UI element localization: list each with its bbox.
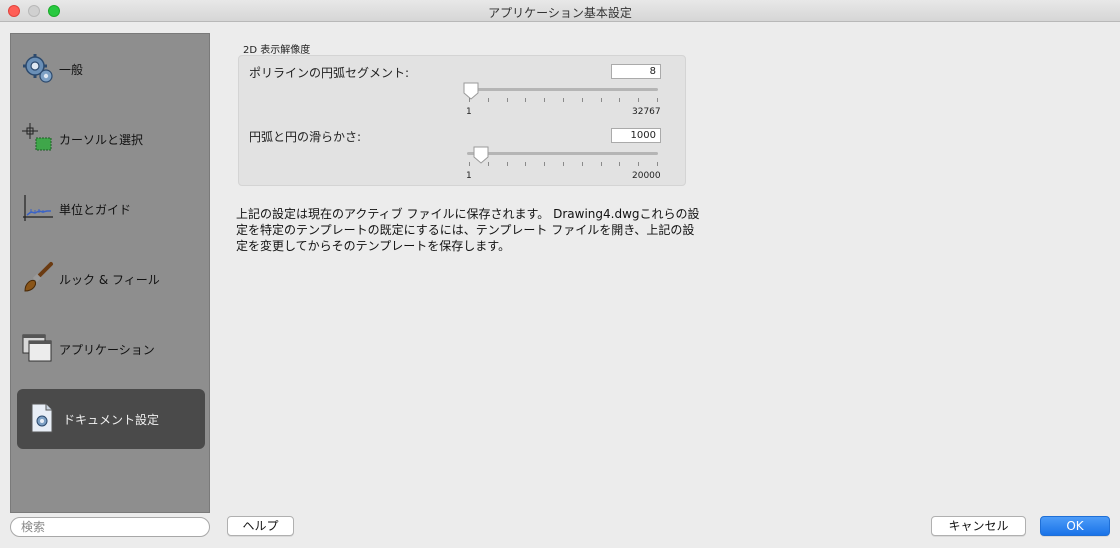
slider-tick (544, 98, 546, 102)
slider-tick (469, 98, 470, 102)
slider-tick (638, 98, 640, 102)
sidebar-item-look-feel[interactable]: ルック & フィール (17, 249, 205, 309)
polyline-min-label: 1 (466, 107, 472, 117)
cursor-selection-icon (22, 123, 52, 151)
slider-tick (619, 162, 621, 166)
polyline-arc-segments-slider[interactable] (467, 88, 658, 91)
polyline-arc-segments-input[interactable]: 8 (611, 64, 661, 79)
slider-tick (506, 162, 508, 166)
sidebar: 一般 カーソルと選択 単位とガイド ルック & フィール アプリケーション ドキ… (10, 33, 210, 513)
sidebar-item-label: ルック & フィール (59, 273, 160, 287)
title-bar: アプリケーション基本設定 (0, 0, 1120, 22)
help-button[interactable]: ヘルプ (227, 516, 294, 536)
sidebar-item-application[interactable]: アプリケーション (17, 319, 205, 379)
arc-circle-smoothness-input[interactable]: 1000 (611, 128, 661, 143)
cancel-button[interactable]: キャンセル (931, 516, 1026, 536)
slider-tick (600, 162, 602, 166)
sidebar-item-label: カーソルと選択 (59, 133, 144, 147)
slider-tick (487, 98, 489, 102)
sidebar-item-units-guides[interactable]: 単位とガイド (17, 179, 205, 239)
sidebar-item-label: アプリケーション (59, 343, 155, 357)
ok-button[interactable]: OK (1040, 516, 1110, 536)
display-resolution-group: ポリラインの円弧セグメント: 8 1 32767 円弧と円の滑らかさ: 1000… (238, 55, 686, 186)
smoothness-min-label: 1 (466, 171, 472, 181)
slider-tick (657, 162, 658, 166)
sidebar-item-label: 一般 (59, 63, 84, 77)
slider-tick (563, 98, 564, 102)
windows-icon (22, 334, 52, 362)
units-guide-icon (23, 195, 53, 221)
smoothness-slider-thumb[interactable] (473, 146, 489, 164)
sidebar-item-general[interactable]: 一般 (17, 39, 205, 99)
polyline-slider-thumb[interactable] (463, 82, 479, 100)
slider-tick (487, 162, 489, 166)
sidebar-item-document-settings[interactable]: ドキュメント設定 (17, 389, 205, 449)
sidebar-item-label: 単位とガイド (59, 203, 132, 217)
slider-tick (544, 162, 546, 166)
section-title: 2D 表示解像度 (243, 45, 311, 56)
slider-tick (657, 98, 658, 102)
slider-tick (563, 162, 564, 166)
slider-tick (581, 162, 583, 166)
arc-circle-smoothness-label: 円弧と円の滑らかさ: (249, 130, 362, 144)
sidebar-item-label: ドキュメント設定 (63, 413, 160, 427)
slider-tick (506, 98, 508, 102)
gear-icon (23, 54, 53, 83)
polyline-max-label: 32767 (632, 107, 661, 117)
slider-tick (469, 162, 470, 166)
slider-tick (638, 162, 640, 166)
document-icon (31, 403, 53, 433)
slider-tick (600, 98, 602, 102)
arc-circle-smoothness-slider[interactable] (467, 152, 658, 155)
smoothness-max-label: 20000 (632, 171, 661, 181)
slider-tick (525, 162, 527, 166)
polyline-arc-segments-label: ポリラインの円弧セグメント: (249, 66, 410, 80)
slider-tick (581, 98, 583, 102)
sidebar-item-cursor-selection[interactable]: カーソルと選択 (17, 109, 205, 169)
info-text: 上記の設定は現在のアクティブ ファイルに保存されます。 Drawing4.dwg… (236, 207, 700, 253)
slider-tick (525, 98, 527, 102)
slider-tick (619, 98, 621, 102)
paintbrush-icon (24, 262, 53, 292)
window-title: アプリケーション基本設定 (488, 6, 632, 20)
search-input[interactable] (10, 517, 210, 537)
